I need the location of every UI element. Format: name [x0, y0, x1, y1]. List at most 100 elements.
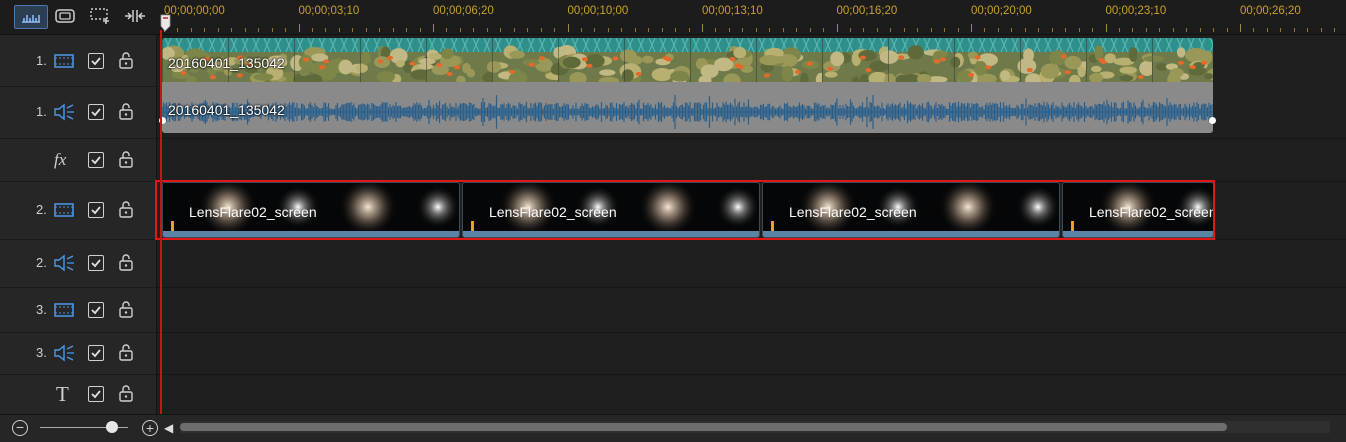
storyboard-icon	[55, 9, 75, 23]
clip-marker	[771, 221, 774, 231]
audio-clip-1[interactable]: 20160401_135042	[162, 82, 1213, 133]
clip-label: LensFlare02_screen	[1089, 204, 1214, 220]
ruler-minor-tick	[903, 28, 905, 32]
ruler-minor-tick	[930, 28, 932, 32]
ruler-minor-tick	[1051, 28, 1053, 32]
ruler-major-tick	[702, 24, 703, 32]
plus-icon: +	[145, 419, 155, 436]
ruler-minor-tick	[1334, 28, 1336, 32]
fit-timeline-button[interactable]	[122, 5, 148, 27]
track-enable-checkbox[interactable]	[88, 255, 104, 271]
track-header-audio[interactable]: 1.	[0, 86, 156, 139]
lane-video-3	[157, 287, 1346, 333]
clip-marker	[171, 221, 174, 231]
unlock-icon[interactable]	[118, 102, 134, 120]
clip-marker	[1071, 221, 1074, 231]
ruler-minor-tick	[580, 28, 582, 32]
ruler-major-tick	[836, 24, 838, 32]
video-clip-1[interactable]: 20160401_135042	[162, 38, 1213, 82]
playhead-line[interactable]	[160, 30, 162, 416]
zoom-out-button[interactable]: −	[12, 420, 28, 436]
ruler-minor-tick	[863, 28, 865, 32]
ruler-minor-tick	[325, 28, 327, 32]
track-enable-checkbox[interactable]	[88, 386, 104, 402]
ruler-minor-tick	[392, 28, 394, 32]
ruler-minor-tick	[231, 28, 233, 32]
title-icon: T	[52, 384, 76, 404]
ruler-timecode: 00;00;23;10	[1105, 5, 1167, 17]
track-enable-checkbox[interactable]	[88, 345, 104, 361]
video-track-icon	[52, 300, 76, 320]
clip-trim-handle-right[interactable]	[1209, 117, 1216, 124]
timeline-view-button[interactable]	[14, 5, 48, 29]
ruler-minor-tick	[1307, 28, 1309, 32]
unlock-icon[interactable]	[118, 150, 134, 168]
track-header-title[interactable]: T	[0, 374, 156, 415]
track-number: 2.	[36, 202, 47, 217]
ruler-minor-tick	[1092, 28, 1094, 32]
lane-title	[157, 374, 1346, 414]
track-enable-checkbox[interactable]	[88, 151, 104, 168]
ruler-minor-tick	[1199, 28, 1201, 32]
ruler-minor-tick	[1078, 28, 1080, 32]
lensflare-clip[interactable]: LensFlare02_screen	[762, 182, 1060, 238]
svg-text:fx: fx	[54, 151, 67, 169]
track-number: 3.	[36, 345, 47, 360]
ruler-minor-tick	[554, 28, 556, 32]
zoom-slider-knob[interactable]	[106, 421, 119, 433]
ruler-minor-tick	[648, 28, 650, 32]
unlock-icon[interactable]	[118, 200, 134, 218]
ruler-minor-tick	[809, 28, 811, 32]
lensflare-clip[interactable]: LensFlare02_screen	[1062, 182, 1214, 238]
storyboard-view-button[interactable]	[52, 5, 78, 27]
track-header-audio[interactable]: 3.	[0, 332, 156, 375]
ruler-major-tick	[433, 24, 434, 32]
svg-text:T: T	[56, 384, 69, 404]
track-enable-checkbox[interactable]	[88, 104, 104, 120]
speaker-icon	[52, 102, 76, 122]
unlock-icon[interactable]	[118, 51, 134, 69]
ruler-minor-tick	[513, 28, 515, 32]
ruler-minor-tick	[984, 28, 986, 32]
ruler-timecode: 00;00;13;10	[702, 5, 763, 17]
ruler-minor-tick	[1226, 28, 1228, 32]
zoom-in-button[interactable]: +	[142, 420, 158, 436]
track-headers: 1. 1. fx 2. 2. 3. 3. T	[0, 35, 157, 415]
track-header-fx[interactable]: fx	[0, 138, 156, 182]
track-header-audio[interactable]: 2.	[0, 239, 156, 288]
track-number: 1.	[36, 52, 47, 68]
track-number: 1.	[36, 104, 47, 119]
add-track-button[interactable]	[88, 5, 114, 27]
unlock-icon[interactable]	[118, 343, 134, 361]
unlock-icon[interactable]	[118, 300, 134, 318]
ruler-minor-tick	[285, 28, 287, 32]
unlock-icon[interactable]	[118, 384, 134, 402]
scrollbar-thumb[interactable]	[180, 423, 1227, 431]
ruler-minor-tick	[190, 28, 192, 32]
ruler-minor-tick	[473, 28, 475, 32]
track-enable-checkbox[interactable]	[88, 301, 104, 318]
horizontal-scrollbar[interactable]	[180, 421, 1330, 433]
track-header-video[interactable]: 3.	[0, 287, 156, 333]
clip-marker	[471, 221, 474, 231]
track-enable-checkbox[interactable]	[88, 52, 104, 69]
ruler-minor-tick	[1280, 28, 1282, 32]
lane-video-audio-1: 20160401_135042 20160401_135042	[157, 35, 1346, 139]
timeline-area[interactable]: 20160401_135042 20160401_135042 LensFlar…	[155, 35, 1346, 414]
ruler-minor-tick	[244, 28, 246, 32]
track-header-video[interactable]: 1.	[0, 35, 156, 87]
lensflare-clip[interactable]: LensFlare02_screen	[162, 182, 460, 238]
ruler-minor-tick	[311, 28, 313, 32]
track-header-video[interactable]: 2.	[0, 181, 156, 240]
clip-progress-bar	[763, 231, 1059, 237]
time-ruler[interactable]: 00;00;00;00 00;00;03;10 00;00;06;20 00;00;1…	[160, 0, 1346, 35]
ruler-minor-tick	[1065, 28, 1067, 32]
ruler-minor-tick	[1293, 28, 1295, 32]
ruler-major-tick	[567, 24, 569, 32]
scroll-left-icon[interactable]: ◀	[164, 421, 173, 435]
track-enable-checkbox[interactable]	[88, 202, 104, 218]
lensflare-clip[interactable]: LensFlare02_screen	[462, 182, 760, 238]
ruler-minor-tick	[271, 28, 273, 32]
ruler-major-tick	[298, 24, 300, 32]
unlock-icon[interactable]	[118, 253, 134, 271]
